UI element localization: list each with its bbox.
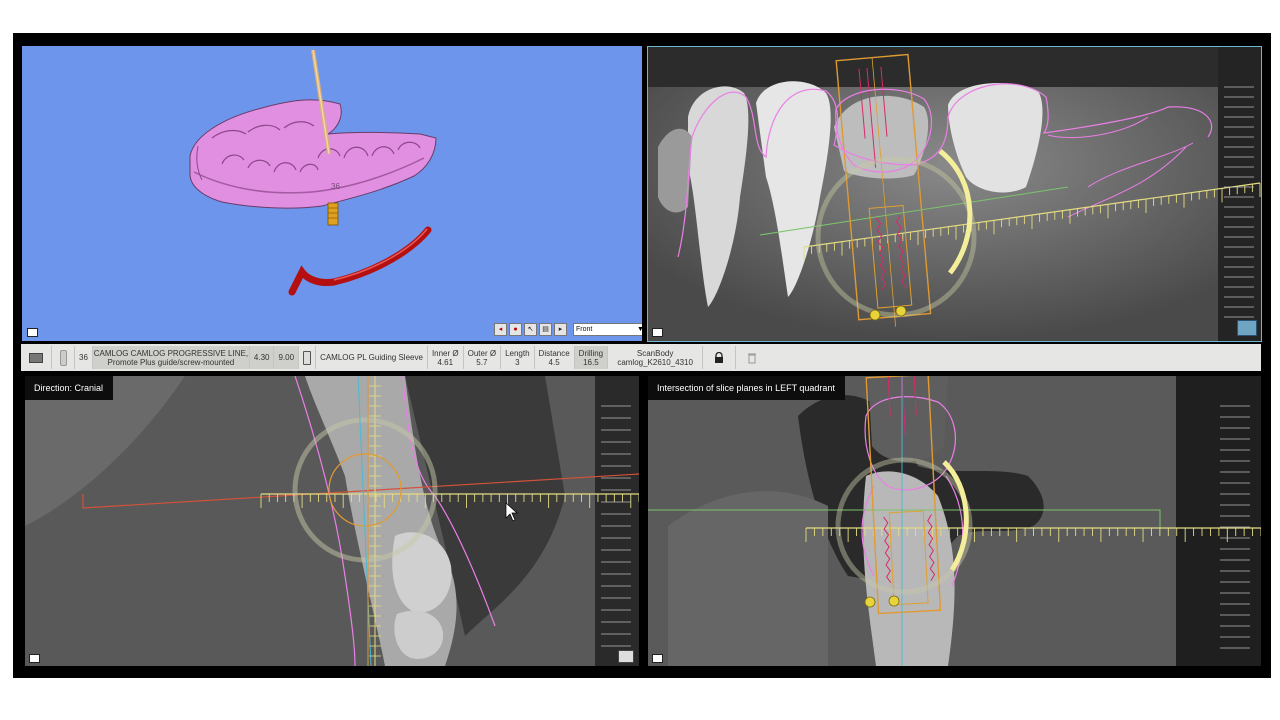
drilling-depth[interactable]: Drilling 16.5 [574, 346, 609, 369]
front-view-icon[interactable] [27, 328, 38, 337]
sleeve-length-label: Length [505, 348, 530, 358]
cranial-view-pane[interactable]: Direction: Cranial [25, 376, 639, 666]
drilling-depth-label: Drilling [578, 348, 604, 358]
panoramic-view-pane[interactable] [647, 46, 1262, 342]
drilling-depth-value: 16.5 [583, 357, 599, 367]
outer-diameter-label: Outer Ø [467, 348, 497, 358]
sleeve-length-value: 3 [515, 357, 520, 367]
implant-position: 36 [75, 346, 93, 369]
implant-diameter[interactable]: 4.30 [249, 346, 275, 369]
prev-view-button[interactable]: ◂ [494, 322, 507, 336]
implant-name-line1: CAMLOG CAMLOG PROGRESSIVE LINE, [93, 348, 249, 358]
view-controls: ◂ ● ↖ ▤ ▸ Front ▼ [494, 322, 642, 336]
planning-workspace: 36 ◂ ● ↖ ▤ ▸ Front ▼ 36 CAMLOG CAMLOG PR… [13, 33, 1271, 678]
panoramic-ct-image[interactable] [648, 47, 1261, 341]
nerve-canal [288, 226, 432, 296]
inner-diameter-value: 4.61 [437, 357, 454, 367]
outer-diameter: Outer Ø 5.7 [464, 346, 502, 369]
view-orientation-icon [29, 654, 40, 663]
implant-name-line2: Promote Plus guide/screw-mounted [107, 357, 235, 367]
grid-icon[interactable]: ▤ [539, 322, 552, 336]
delete-icon[interactable] [736, 346, 768, 369]
sleeve-length: Length 3 [501, 346, 535, 369]
implant-name-cell[interactable]: CAMLOG CAMLOG PROGRESSIVE LINE, Promote … [92, 346, 250, 369]
jaw-3d-model[interactable]: 36 [22, 46, 642, 341]
scanbody[interactable]: ScanBody camlog_K2610_4310 [608, 346, 704, 369]
view-direction-select[interactable]: Front ▼ [573, 322, 642, 336]
view-orientation-icon [652, 654, 663, 663]
sleeve-distance-label: Distance [538, 348, 570, 358]
outer-diameter-value: 5.7 [476, 357, 488, 367]
scanbody-value: camlog_K2610_4310 [617, 357, 693, 367]
sleeve-distance: Distance 4.5 [535, 346, 575, 369]
sleeve-distance-value: 4.5 [548, 357, 560, 367]
scanbody-label: ScanBody [636, 348, 674, 358]
cranial-ct-image[interactable] [25, 376, 639, 666]
chevron-down-icon: ▼ [637, 325, 642, 333]
reset-view-icon[interactable]: ● [509, 322, 522, 336]
implant-length[interactable]: 9.00 [274, 346, 300, 369]
cranial-direction-label: Direction: Cranial [25, 376, 114, 400]
implant-icon [52, 346, 75, 369]
cross-section-view-pane[interactable]: Intersection of slice planes in LEFT qua… [648, 376, 1261, 666]
slice-intersection-label: Intersection of slice planes in LEFT qua… [648, 376, 845, 400]
implant-info-bar: 36 CAMLOG CAMLOG PROGRESSIVE LINE, Promo… [21, 344, 1261, 371]
lock-icon[interactable] [703, 346, 737, 369]
sleeve-icon [299, 346, 317, 369]
tooth-number-label: 36 [331, 182, 340, 191]
layers-icon[interactable] [1237, 320, 1257, 336]
next-view-button[interactable]: ▸ [554, 322, 567, 336]
fullscreen-icon[interactable] [618, 650, 634, 663]
view-orientation-icon [652, 328, 663, 337]
sleeve-name[interactable]: CAMLOG PL Guiding Sleeve [316, 346, 428, 369]
implant-type-icon[interactable] [21, 346, 52, 369]
inner-diameter-label: Inner Ø [431, 348, 459, 358]
view-direction-value: Front [576, 325, 593, 333]
view-3d-pane[interactable]: 36 ◂ ● ↖ ▤ ▸ Front ▼ [22, 46, 642, 341]
inner-diameter: Inner Ø 4.61 [428, 346, 464, 369]
pointer-icon[interactable]: ↖ [524, 322, 537, 336]
cross-section-ct-image[interactable] [648, 376, 1261, 666]
implant-model[interactable] [327, 202, 339, 226]
